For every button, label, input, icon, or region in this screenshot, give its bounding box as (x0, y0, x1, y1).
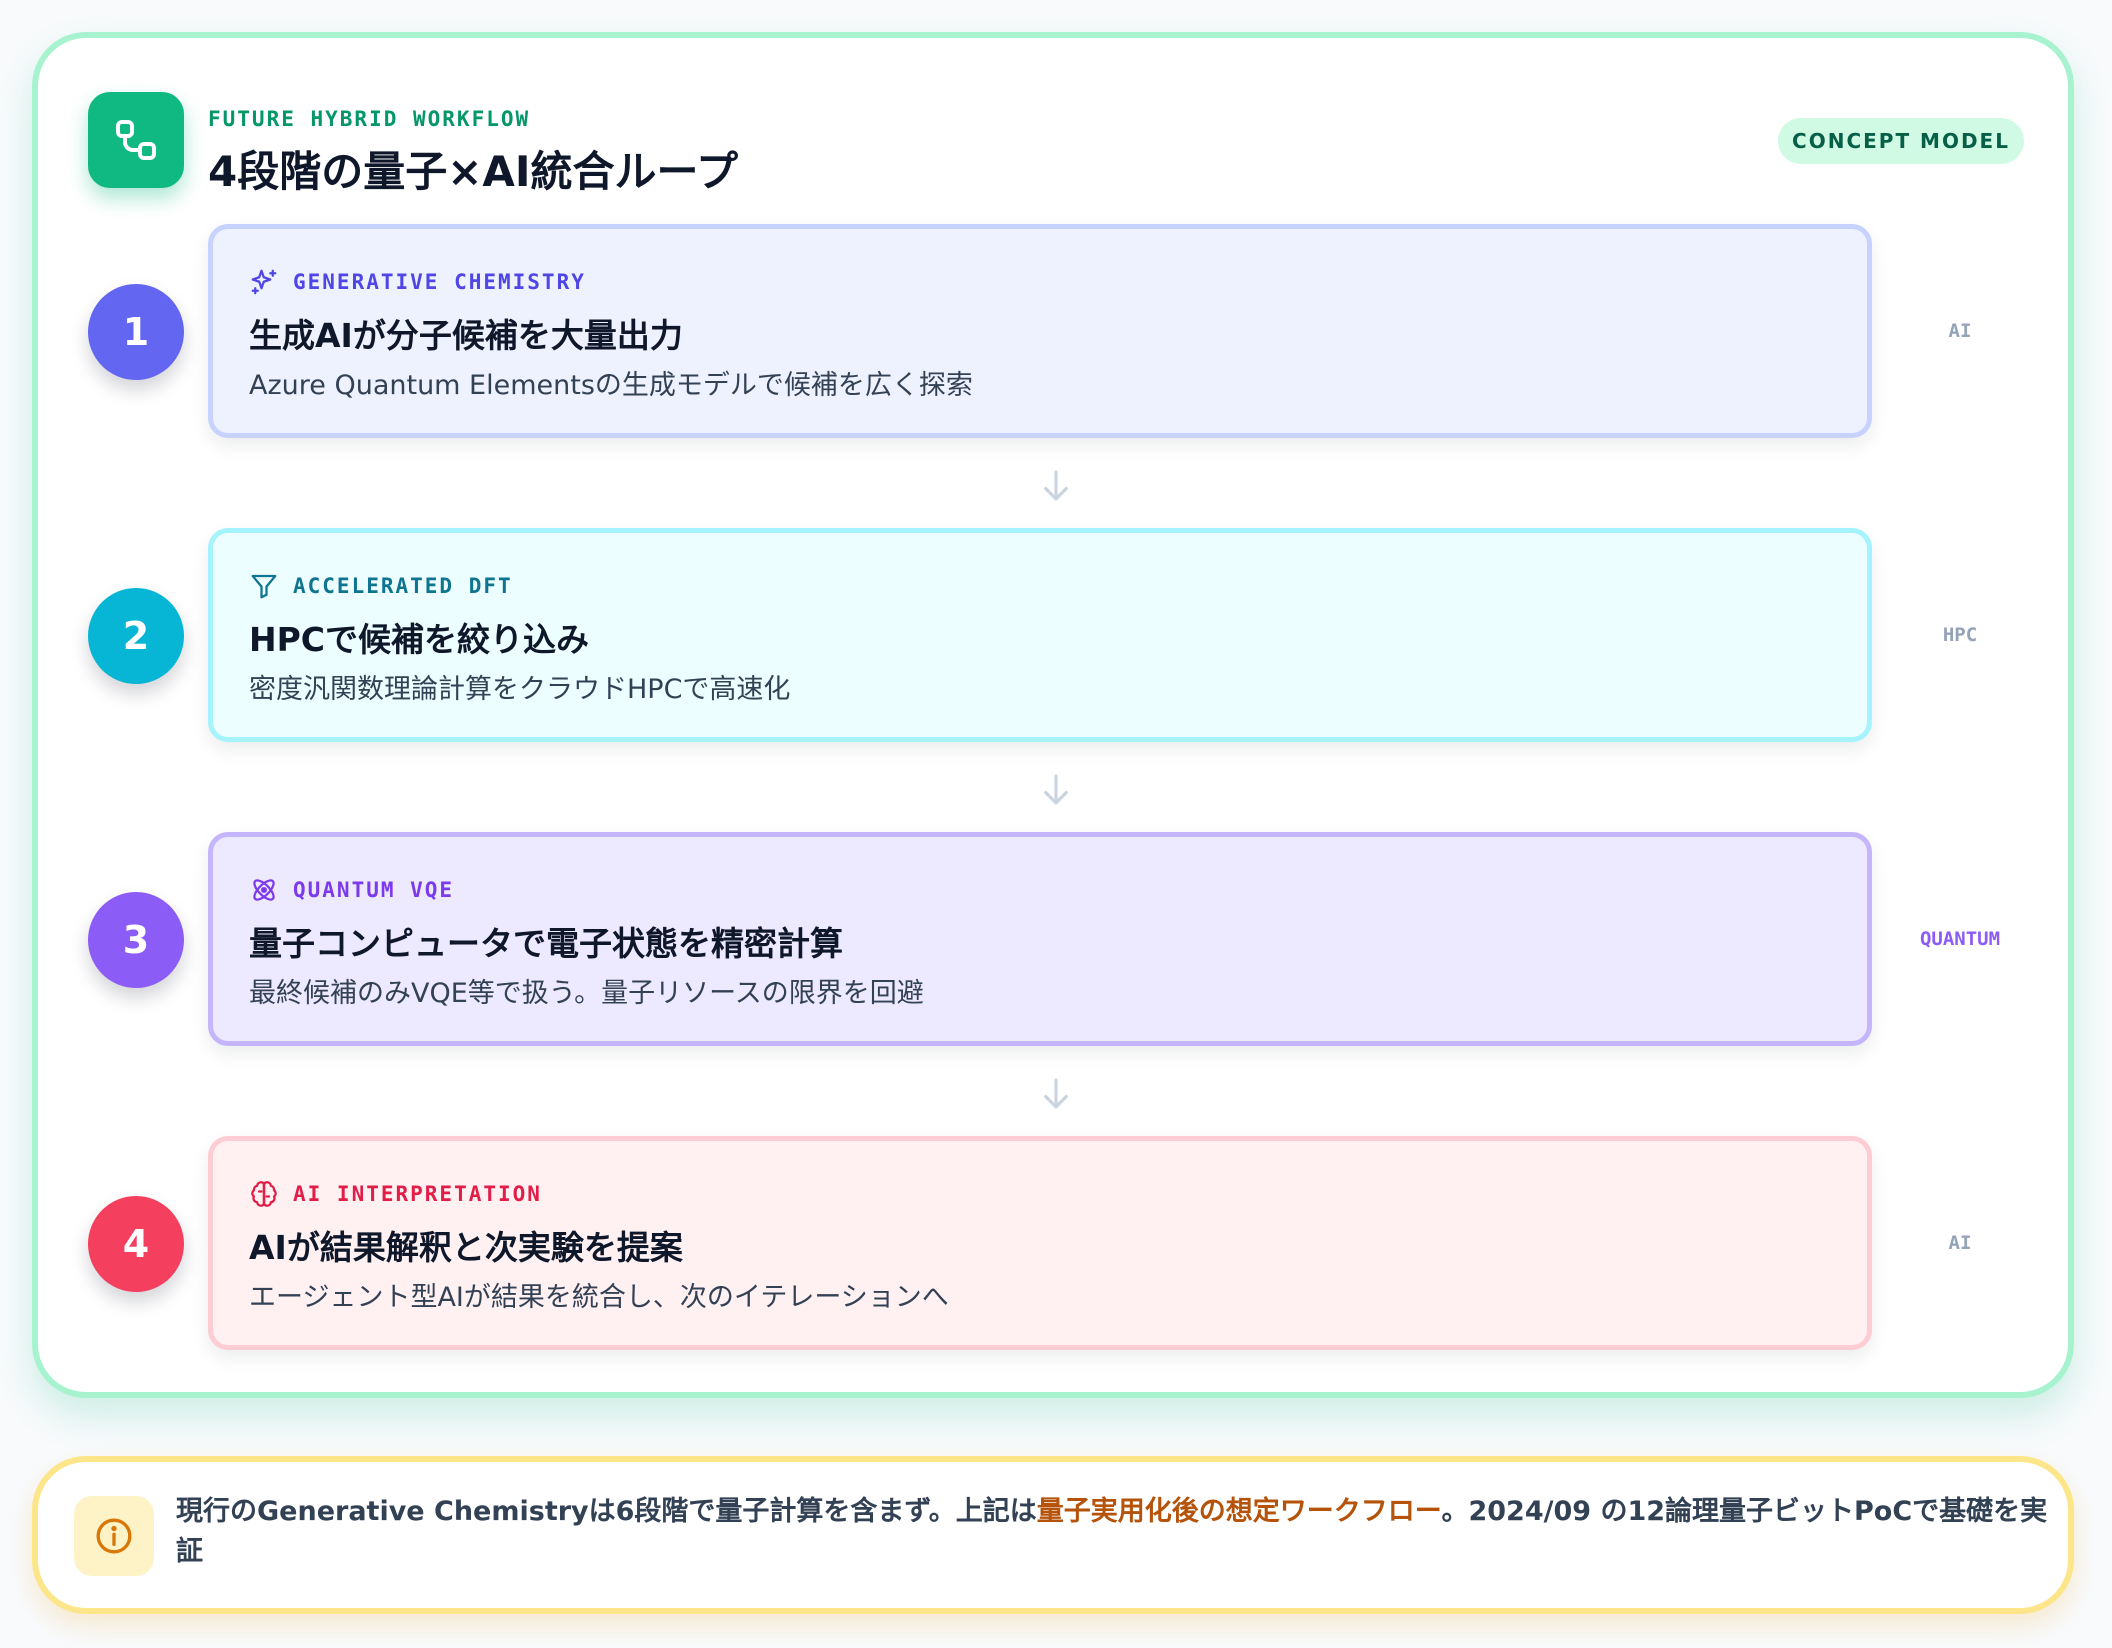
step-2-title: HPCで候補を絞り込み (249, 620, 590, 659)
sparkles-icon (251, 269, 277, 295)
info-icon (96, 1518, 132, 1554)
step-4-side-label: AI (1948, 1232, 1972, 1254)
info-icon-badge (74, 1496, 154, 1576)
step-4-number: 4 (88, 1196, 184, 1292)
arrow-down-icon (1044, 774, 1068, 805)
step-3-desc: 最終候補のみVQE等で扱う。量子リソースの限界を回避 (249, 978, 924, 1009)
header-eyebrow: FUTURE HYBRID WORKFLOW (208, 107, 531, 131)
step-4-tag: AI INTERPRETATION (249, 1179, 542, 1209)
filter-icon (251, 574, 277, 599)
step-2-number: 2 (88, 588, 184, 684)
page-title: 4段階の量子×AI統合ループ (208, 147, 739, 196)
atom-icon (253, 879, 275, 901)
brain-icon (251, 1181, 277, 1207)
step-4-box: AI INTERPRETATION AIが結果解釈と次実験を提案 エージェント型… (208, 1136, 1872, 1350)
concept-model-badge: CONCEPT MODEL (1778, 118, 2024, 164)
step-3-title: 量子コンピュータで電子状態を精密計算 (249, 924, 843, 963)
note-highlight: 量子実用化後の想定ワークフロー (1036, 1496, 1442, 1527)
step-2-side-label: HPC (1942, 624, 1978, 646)
info-note: 現行のGenerative Chemistryは6段階で量子計算を含まず。上記は… (32, 1456, 2074, 1614)
step-1-tag-label: GENERATIVE CHEMISTRY (293, 270, 586, 294)
arrow-down-icon (1044, 1078, 1068, 1109)
step-4-desc: エージェント型AIが結果を統合し、次のイテレーションへ (249, 1282, 949, 1313)
arrow-down-icon (1044, 470, 1068, 501)
note-text-before: 現行のGenerative Chemistryは6段階で量子計算を含まず。上記は (176, 1496, 1037, 1527)
workflow-icon (116, 120, 156, 160)
step-2-desc: 密度汎関数理論計算をクラウドHPCで高速化 (249, 674, 791, 705)
step-3-tag: QUANTUM VQE (249, 875, 454, 905)
step-3-side-label: QUANTUM (1919, 928, 2001, 950)
step-3-box: QUANTUM VQE 量子コンピュータで電子状態を精密計算 最終候補のみVQE… (208, 832, 1872, 1046)
step-2-tag: ACCELERATED DFT (249, 571, 513, 601)
step-1-desc: Azure Quantum Elementsの生成モデルで候補を広く探索 (249, 370, 973, 401)
step-1-box: GENERATIVE CHEMISTRY 生成AIが分子候補を大量出力 Azur… (208, 224, 1872, 438)
step-4-tag-label: AI INTERPRETATION (293, 1182, 542, 1206)
step-4-title: AIが結果解釈と次実験を提案 (249, 1228, 683, 1267)
step-1-number: 1 (88, 284, 184, 380)
workflow-logo (88, 92, 184, 188)
step-1-side-label: AI (1948, 320, 1972, 342)
step-2-tag-label: ACCELERATED DFT (293, 574, 513, 598)
step-2-box: ACCELERATED DFT HPCで候補を絞り込み 密度汎関数理論計算をクラ… (208, 528, 1872, 742)
step-1-title: 生成AIが分子候補を大量出力 (249, 316, 683, 355)
step-1-tag: GENERATIVE CHEMISTRY (249, 267, 586, 297)
info-note-text: 現行のGenerative Chemistryは6段階で量子計算を含まず。上記は… (176, 1492, 2056, 1572)
step-3-tag-label: QUANTUM VQE (293, 878, 455, 902)
step-3-number: 3 (88, 892, 184, 988)
